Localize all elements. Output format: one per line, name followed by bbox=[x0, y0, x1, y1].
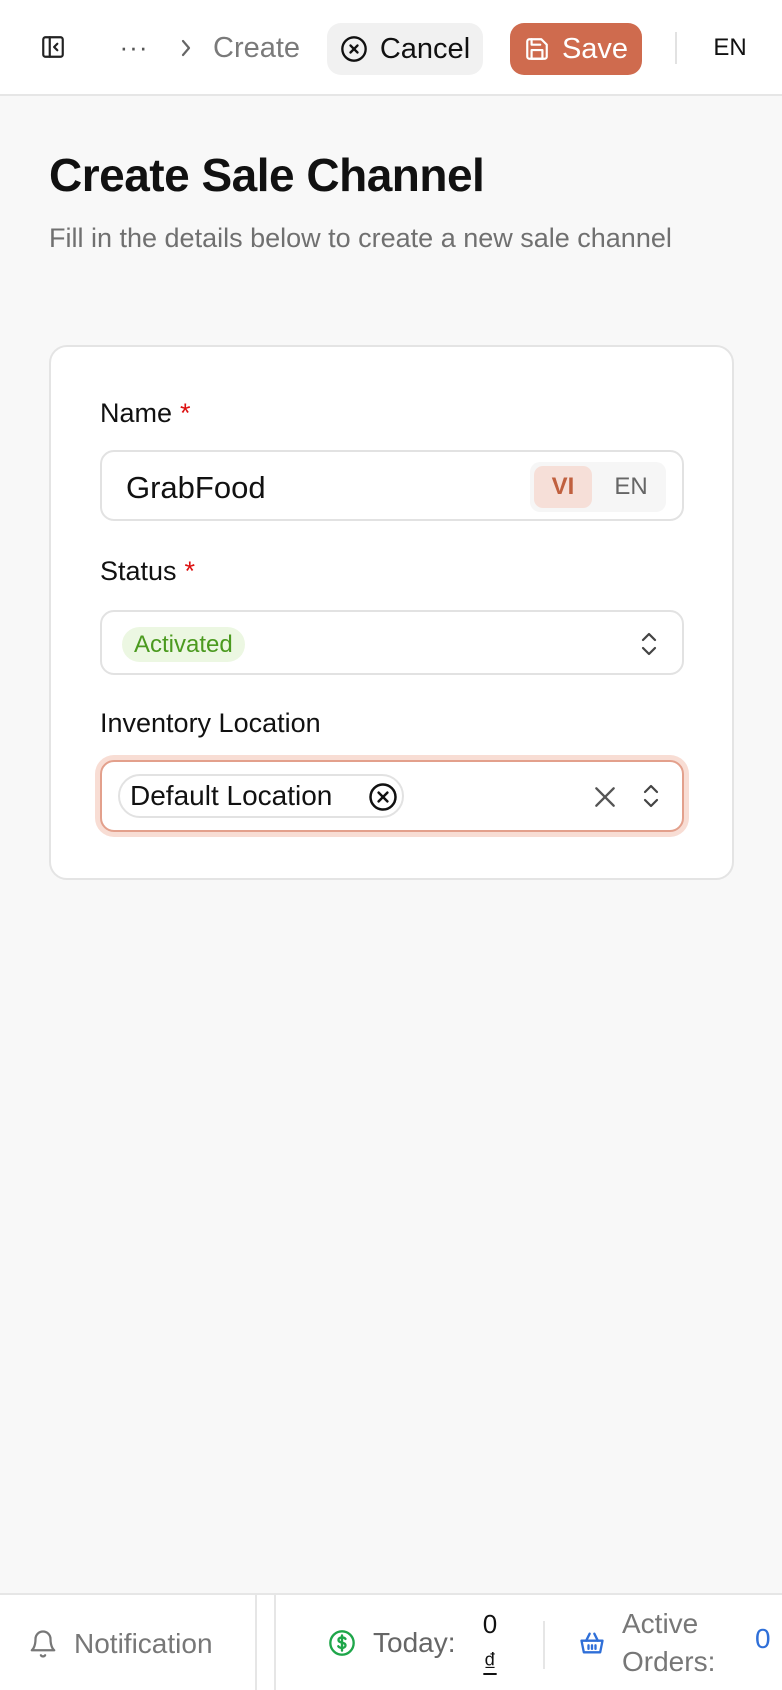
status-select[interactable]: Activated bbox=[100, 610, 684, 675]
form-card: Name * GrabFood VI EN Status * Activated I… bbox=[49, 345, 734, 880]
name-language-toggle: VI EN bbox=[530, 462, 666, 512]
name-input[interactable]: GrabFood VI EN bbox=[100, 450, 684, 521]
dollar-circle-icon bbox=[329, 1630, 355, 1656]
breadcrumb-more-button[interactable]: ··· bbox=[116, 28, 152, 66]
notification-label: Notification bbox=[74, 1628, 213, 1659]
location-tag-label: Default Location bbox=[130, 780, 333, 811]
footer-divider bbox=[255, 1595, 257, 1690]
status-field-label: Status * bbox=[100, 556, 195, 587]
footer-divider bbox=[274, 1595, 276, 1690]
status-label-text: Status bbox=[100, 556, 177, 586]
today-label: Today: bbox=[373, 1627, 456, 1658]
page-title: Create Sale Channel bbox=[49, 149, 485, 201]
header-divider bbox=[675, 32, 677, 64]
save-icon bbox=[526, 38, 548, 60]
status-badge: Activated bbox=[122, 627, 245, 662]
basket-icon bbox=[580, 1632, 604, 1654]
footer-bar: Notification Today: 0 ₫ Active Orders: 0 bbox=[0, 1593, 782, 1690]
lang-option-en[interactable]: EN bbox=[602, 466, 660, 508]
notification-button[interactable]: Notification bbox=[28, 1619, 213, 1669]
footer-separator bbox=[543, 1621, 545, 1669]
x-circle-icon bbox=[341, 36, 367, 62]
today-currency: ₫ bbox=[483, 1647, 497, 1677]
today-revenue-value: 0 ₫ bbox=[478, 1605, 502, 1681]
bell-icon bbox=[30, 1630, 56, 1658]
required-mark: * bbox=[180, 398, 191, 428]
name-field-label: Name * bbox=[100, 398, 191, 429]
active-orders-value[interactable]: 0 bbox=[755, 1623, 771, 1655]
required-mark: * bbox=[184, 556, 196, 586]
save-label: Save bbox=[561, 32, 629, 65]
inventory-location-select[interactable]: Default Location bbox=[100, 760, 684, 832]
page-subtitle: Fill in the details below to create a ne… bbox=[49, 223, 672, 253]
breadcrumb-current: Create bbox=[213, 31, 301, 64]
cancel-label: Cancel bbox=[379, 32, 471, 65]
chevrons-up-down-icon bbox=[643, 784, 659, 808]
clear-icon[interactable] bbox=[592, 784, 618, 810]
today-amount: 0 bbox=[482, 1609, 498, 1639]
save-button[interactable]: Save bbox=[510, 23, 642, 75]
chevrons-up-down-icon bbox=[641, 632, 657, 656]
sidebar-toggle-button[interactable] bbox=[34, 28, 72, 66]
name-input-value: GrabFood bbox=[126, 470, 266, 505]
remove-tag-icon[interactable] bbox=[368, 782, 398, 812]
location-tag: Default Location bbox=[118, 774, 404, 818]
lang-option-vi[interactable]: VI bbox=[534, 466, 592, 508]
active-orders-label: Active Orders: bbox=[622, 1608, 716, 1677]
chevron-right-icon bbox=[176, 30, 196, 66]
inventory-location-label: Inventory Location bbox=[100, 708, 321, 738]
panel-left-icon bbox=[42, 36, 64, 58]
name-label-text: Name bbox=[100, 398, 173, 428]
language-switcher[interactable]: EN bbox=[700, 28, 760, 68]
cancel-button[interactable]: Cancel bbox=[327, 23, 483, 75]
top-bar: ··· Create Cancel Save EN bbox=[0, 0, 782, 96]
